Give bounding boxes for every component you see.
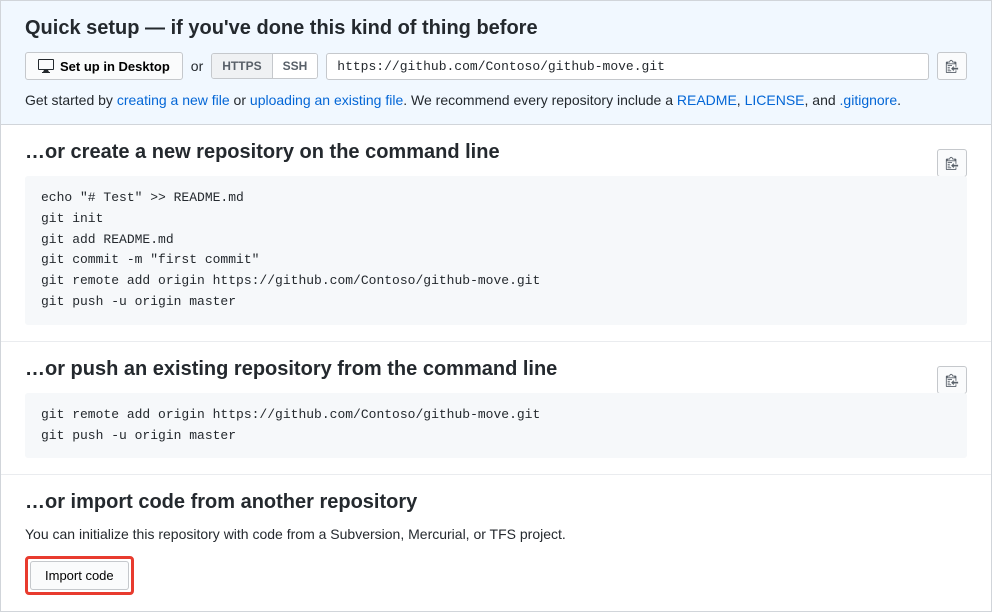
readme-link[interactable]: README (677, 92, 737, 108)
import-desc: You can initialize this repository with … (25, 526, 967, 542)
clipboard-icon (945, 59, 959, 73)
push-repo-section: …or push an existing repository from the… (1, 342, 991, 476)
clipboard-icon (945, 156, 959, 170)
create-new-file-link[interactable]: creating a new file (117, 92, 230, 108)
create-repo-section: …or create a new repository on the comma… (1, 125, 991, 342)
clone-url-input[interactable] (326, 53, 929, 80)
quick-setup-panel: Quick setup — if you've done this kind o… (1, 1, 991, 125)
desktop-icon (38, 58, 54, 74)
https-button[interactable]: HTTPS (212, 54, 271, 78)
create-repo-title: …or create a new repository on the comma… (25, 141, 967, 164)
copy-create-code-button[interactable] (937, 149, 967, 177)
or-text: or (191, 58, 203, 74)
push-repo-code: git remote add origin https://github.com… (25, 393, 967, 459)
setup-row: Set up in Desktop or HTTPS SSH (25, 52, 967, 80)
copy-push-code-button[interactable] (937, 366, 967, 394)
create-repo-code: echo "# Test" >> README.md git init git … (25, 176, 967, 325)
quick-setup-help: Get started by creating a new file or up… (25, 92, 967, 108)
import-code-button[interactable]: Import code (30, 561, 129, 590)
import-section: …or import code from another repository … (1, 475, 991, 611)
push-repo-title: …or push an existing repository from the… (25, 358, 967, 381)
copy-url-button[interactable] (937, 52, 967, 80)
protocol-toggle: HTTPS SSH (211, 53, 318, 79)
quick-setup-title: Quick setup — if you've done this kind o… (25, 17, 967, 40)
setup-desktop-label: Set up in Desktop (60, 59, 170, 74)
license-link[interactable]: LICENSE (745, 92, 805, 108)
import-highlight: Import code (25, 556, 134, 595)
upload-file-link[interactable]: uploading an existing file (250, 92, 403, 108)
gitignore-link[interactable]: .gitignore (840, 92, 898, 108)
ssh-button[interactable]: SSH (272, 54, 318, 78)
setup-desktop-button[interactable]: Set up in Desktop (25, 52, 183, 80)
clipboard-icon (945, 373, 959, 387)
import-title: …or import code from another repository (25, 491, 967, 514)
